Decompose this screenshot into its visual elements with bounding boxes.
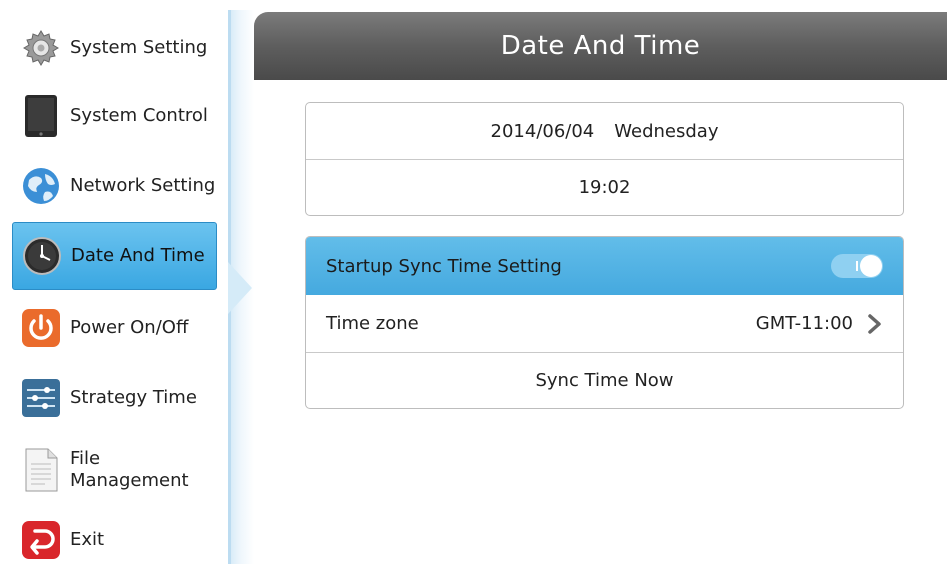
- page-title: Date And Time: [500, 31, 701, 61]
- gear-icon: [20, 27, 62, 69]
- sidebar-item-power-on-off[interactable]: Power On/Off: [12, 294, 217, 362]
- sync-time-now-label: Sync Time Now: [535, 370, 674, 391]
- toggle-on-mark: [856, 261, 858, 271]
- weekday-value: Wednesday: [614, 120, 719, 142]
- time-value: 19:02: [578, 177, 631, 198]
- sidebar-item-label: Power On/Off: [70, 317, 189, 338]
- sidebar-item-network-setting[interactable]: Network Setting: [12, 152, 217, 220]
- date-row[interactable]: 2014/06/04 Wednesday: [306, 103, 903, 159]
- sidebar-item-system-control[interactable]: System Control: [12, 82, 217, 150]
- startup-sync-toggle[interactable]: [831, 254, 883, 278]
- sidebar-item-label-line2: Management: [70, 470, 189, 491]
- time-row[interactable]: 19:02: [306, 159, 903, 215]
- sidebar-item-label: System Setting: [70, 37, 208, 58]
- page-header: Date And Time: [254, 12, 947, 80]
- sidebar-item-file-management[interactable]: File Management: [12, 436, 217, 504]
- exit-icon: [20, 519, 62, 561]
- sidebar-item-date-and-time[interactable]: Date And Time: [12, 222, 217, 290]
- sidebar-item-label-line1: File: [70, 448, 101, 469]
- startup-sync-row[interactable]: Startup Sync Time Setting: [306, 237, 903, 295]
- active-pointer: [228, 262, 252, 314]
- tablet-icon: [20, 95, 62, 137]
- sidebar-item-system-setting[interactable]: System Setting: [12, 14, 217, 82]
- sidebar-item-label: File Management: [70, 448, 189, 492]
- sync-time-now-button[interactable]: Sync Time Now: [306, 352, 903, 408]
- sidebar-item-label: Network Setting: [70, 175, 216, 196]
- power-icon: [20, 307, 62, 349]
- datetime-card: 2014/06/04 Wednesday 19:02: [305, 102, 904, 216]
- sidebar-item-strategy-time[interactable]: Strategy Time: [12, 364, 217, 432]
- sidebar-item-label: Date And Time: [71, 245, 205, 266]
- sidebar-item-label: System Control: [70, 105, 208, 126]
- clock-icon: [21, 235, 63, 277]
- sidebar-item-label: Strategy Time: [70, 387, 197, 408]
- timezone-value-group: GMT-11:00: [756, 313, 883, 335]
- date-value: 2014/06/04: [490, 120, 595, 142]
- document-icon: [20, 448, 62, 492]
- timezone-value: GMT-11:00: [755, 313, 853, 334]
- chevron-right-icon: [868, 313, 881, 334]
- globe-icon: [20, 165, 62, 207]
- sync-settings-card: Startup Sync Time Setting Time zone GMT-…: [305, 236, 904, 409]
- startup-sync-label: Startup Sync Time Setting: [326, 255, 562, 277]
- sidebar-item-label: Exit: [70, 529, 105, 550]
- sliders-icon: [20, 377, 62, 419]
- toggle-knob: [860, 255, 882, 277]
- timezone-row[interactable]: Time zone GMT-11:00: [306, 295, 903, 352]
- timezone-label: Time zone: [326, 313, 419, 334]
